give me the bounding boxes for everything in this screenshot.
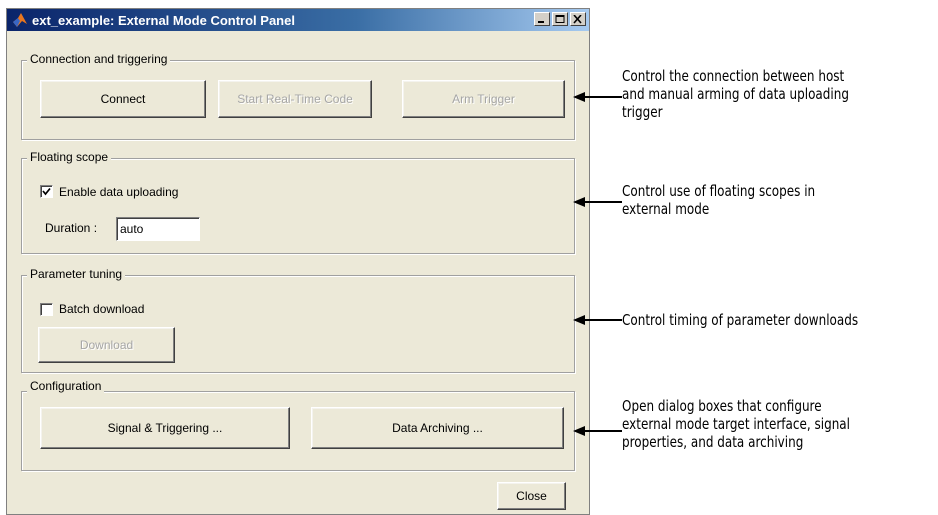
annotation-line: Control timing of parameter downloads — [622, 311, 859, 329]
annotation-line: and manual arming of data uploading — [622, 85, 849, 103]
annotation-line: Open dialog boxes that configure — [622, 397, 822, 415]
annotation-line: external mode — [622, 200, 710, 218]
data-archiving-button[interactable]: Data Archiving ... — [311, 407, 564, 449]
annotation-connection: Control the connection between host and … — [622, 67, 849, 121]
left-arrow-icon — [573, 426, 622, 436]
checkmark-icon — [42, 187, 51, 196]
duration-input[interactable]: auto — [116, 217, 200, 241]
annotation-line: trigger — [622, 103, 663, 121]
signal-triggering-button[interactable]: Signal & Triggering ... — [40, 407, 290, 449]
arm-trigger-button[interactable]: Arm Trigger — [402, 80, 565, 118]
window-title: ext_example: External Mode Control Panel — [32, 12, 295, 28]
duration-label: Duration : — [45, 221, 98, 235]
enable-data-uploading-checkbox[interactable] — [40, 185, 53, 198]
annotation-line: Control the connection between host — [622, 67, 845, 85]
maximize-button[interactable] — [552, 12, 568, 26]
enable-data-uploading-label[interactable]: Enable data uploading — [59, 185, 178, 199]
title-bar[interactable]: ext_example: External Mode Control Panel — [7, 9, 589, 31]
close-button[interactable]: Close — [497, 482, 566, 510]
connect-button[interactable]: Connect — [40, 80, 206, 118]
parameter-tuning-legend: Parameter tuning — [27, 267, 126, 281]
window-controls — [534, 12, 586, 26]
floating-scope-legend: Floating scope — [27, 150, 112, 164]
maximize-icon — [555, 15, 565, 23]
minimize-icon — [538, 21, 544, 23]
annotation-configuration: Open dialog boxes that configure externa… — [622, 397, 850, 451]
close-icon — [573, 15, 582, 24]
minimize-button[interactable] — [534, 12, 550, 26]
left-arrow-icon — [573, 197, 622, 207]
left-arrow-icon — [573, 92, 622, 102]
start-real-time-code-button[interactable]: Start Real-Time Code — [218, 80, 372, 118]
annotation-line: properties, and data archiving — [622, 433, 804, 451]
batch-download-checkbox[interactable] — [40, 303, 53, 316]
batch-download-label[interactable]: Batch download — [59, 302, 144, 316]
download-button[interactable]: Download — [38, 327, 175, 363]
annotation-floating-scope: Control use of floating scopes in extern… — [622, 182, 815, 218]
configuration-legend: Configuration — [27, 379, 105, 393]
floating-scope-group — [21, 158, 575, 254]
connection-legend: Connection and triggering — [27, 52, 171, 66]
annotation-line: external mode target interface, signal — [622, 415, 850, 433]
close-window-button[interactable] — [570, 12, 586, 26]
matlab-logo-icon — [12, 12, 28, 28]
external-mode-control-panel-window: ext_example: External Mode Control Panel… — [6, 8, 590, 515]
annotation-parameter-tuning: Control timing of parameter downloads — [622, 311, 858, 329]
left-arrow-icon — [573, 315, 622, 325]
annotation-line: Control use of floating scopes in — [622, 182, 816, 200]
